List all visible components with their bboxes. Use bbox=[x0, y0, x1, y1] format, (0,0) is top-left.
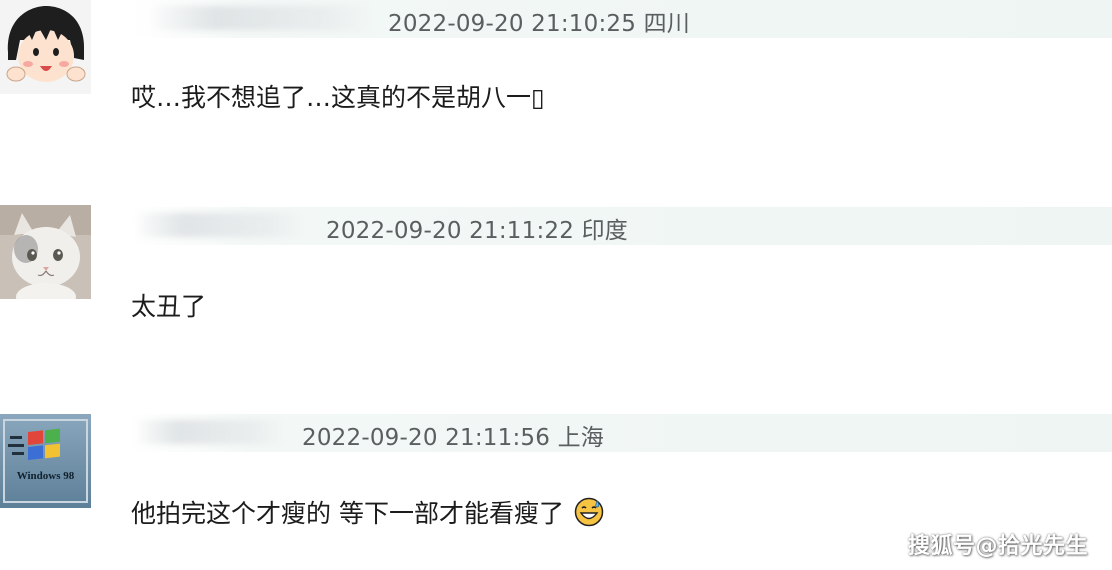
comment-meta: 2022-09-20 21:11:22 印度 bbox=[326, 211, 628, 245]
username-redacted bbox=[134, 420, 284, 444]
avatar[interactable] bbox=[0, 0, 91, 94]
comment-meta: 2022-09-20 21:11:56 上海 bbox=[302, 418, 604, 452]
comment-meta-bar: 2022-09-20 21:10:25 四川 bbox=[130, 0, 1112, 38]
comment-meta: 2022-09-20 21:10:25 四川 bbox=[388, 4, 690, 38]
comment-meta-bar: 2022-09-20 21:11:56 上海 bbox=[130, 414, 1112, 452]
avatar-caption: Windows 98 bbox=[16, 470, 75, 482]
username-redacted bbox=[150, 6, 370, 30]
cartoon-girl-avatar-icon bbox=[0, 0, 91, 94]
cat-avatar-icon bbox=[0, 205, 91, 299]
comment-text: 他拍完这个才瘦的 等下一部才能看瘦了 bbox=[131, 494, 604, 530]
comment-item: 2022-09-20 21:10:25 四川 哎…我不想追了…这真的不是胡八一▯ bbox=[0, 0, 1112, 190]
avatar[interactable]: Windows 98 bbox=[0, 414, 91, 508]
comment-meta-bar: 2022-09-20 21:11:22 印度 bbox=[130, 207, 1112, 245]
comment-timestamp: 2022-09-20 21:10:25 bbox=[388, 11, 637, 37]
comment-location: 四川 bbox=[643, 11, 690, 37]
comment-location: 上海 bbox=[557, 425, 604, 451]
comment-item: 2022-09-20 21:11:22 印度 太丑了 bbox=[0, 205, 1112, 405]
grinning-sweat-emoji-icon bbox=[574, 497, 604, 527]
comment-text-body: 他拍完这个才瘦的 等下一部才能看瘦了 bbox=[131, 499, 564, 528]
comment-location: 印度 bbox=[581, 218, 628, 244]
comment-text: 哎…我不想追了…这真的不是胡八一▯ bbox=[131, 83, 545, 112]
watermark: 搜狐号@拾光先生 bbox=[907, 534, 1088, 559]
comment-text: 太丑了 bbox=[131, 292, 207, 321]
comment-timestamp: 2022-09-20 21:11:56 bbox=[302, 425, 551, 451]
windows-logo-avatar-icon bbox=[0, 414, 91, 508]
comment-timestamp: 2022-09-20 21:11:22 bbox=[326, 218, 575, 244]
avatar[interactable] bbox=[0, 205, 91, 299]
username-redacted bbox=[134, 213, 304, 237]
